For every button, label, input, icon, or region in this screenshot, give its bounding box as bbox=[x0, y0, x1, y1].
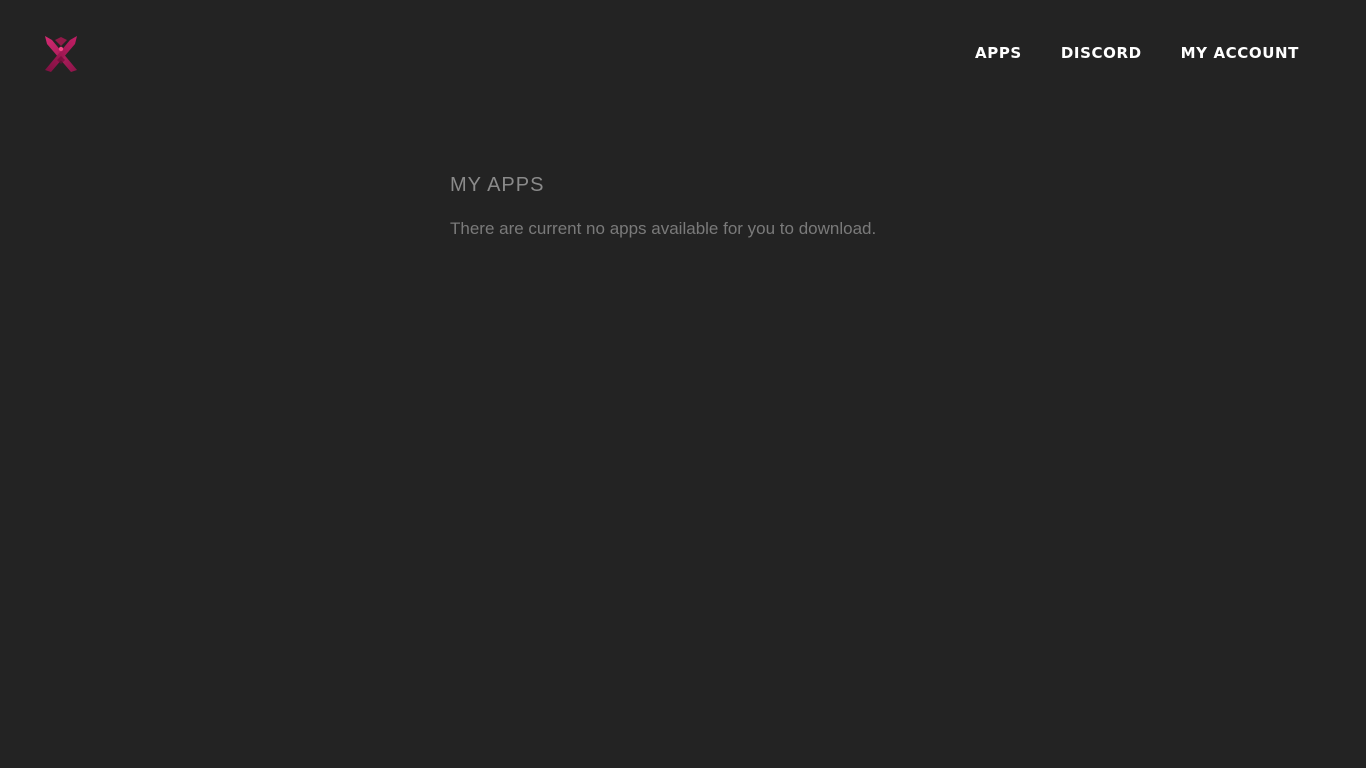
nav-my-account-link[interactable]: MY ACCOUNT bbox=[1181, 44, 1299, 62]
empty-state-message: There are current no apps available for … bbox=[450, 219, 877, 238]
x-logo-icon bbox=[45, 36, 77, 72]
nav-apps-link[interactable]: APPS bbox=[975, 44, 1022, 62]
page: APPS DISCORD MY ACCOUNT MY APPS There ar… bbox=[0, 0, 1366, 768]
nav-discord-link[interactable]: DISCORD bbox=[1061, 44, 1142, 62]
logo-link[interactable] bbox=[43, 34, 79, 74]
page-title: MY APPS bbox=[450, 174, 545, 196]
main-nav: APPS DISCORD MY ACCOUNT bbox=[975, 44, 1299, 62]
apps-section: MY APPS There are current no apps availa… bbox=[450, 172, 1050, 240]
site-header: APPS DISCORD MY ACCOUNT bbox=[0, 0, 1366, 108]
